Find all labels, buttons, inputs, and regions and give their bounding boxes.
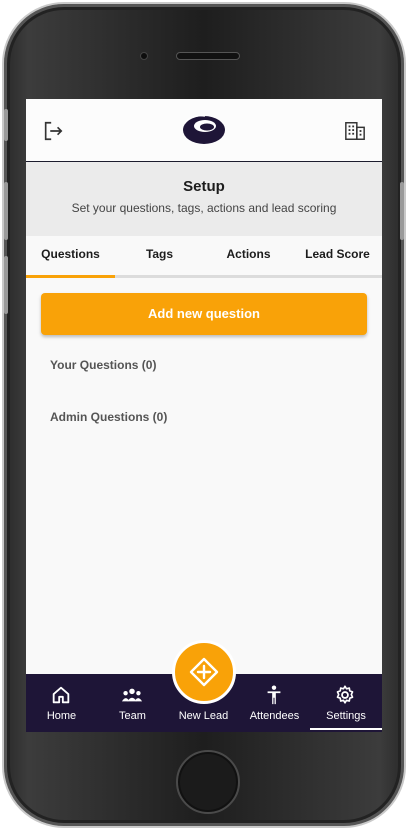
tab-questions[interactable]: Questions (26, 236, 115, 278)
nav-team[interactable]: Team (97, 674, 168, 732)
page-subtitle: Set your questions, tags, actions and le… (71, 201, 337, 215)
app-screen: Setup Set your questions, tags, actions … (26, 99, 382, 732)
mute-switch (4, 109, 8, 141)
app-header (26, 99, 382, 162)
nav-attendees-label: Attendees (249, 710, 300, 722)
nav-new-lead-label: New Lead (178, 710, 229, 722)
volume-up-button (4, 182, 8, 240)
team-icon (121, 688, 143, 702)
setup-header: Setup Set your questions, tags, actions … (26, 162, 382, 236)
home-button[interactable] (176, 750, 240, 814)
volume-down-button (4, 256, 8, 314)
your-questions-heading[interactable]: Your Questions (0) (50, 358, 156, 372)
brand-logo (183, 114, 225, 144)
add-new-question-button[interactable]: Add new question (41, 293, 367, 335)
page-title: Setup (183, 178, 225, 195)
new-lead-fab[interactable] (172, 640, 236, 704)
person-icon (267, 685, 281, 705)
nav-settings[interactable]: Settings (310, 674, 382, 732)
gear-icon (336, 685, 354, 704)
home-icon (52, 686, 70, 704)
tab-actions[interactable]: Actions (204, 236, 293, 275)
add-lead-icon (189, 657, 219, 687)
tab-tags[interactable]: Tags (115, 236, 204, 275)
front-camera (140, 52, 148, 60)
logout-icon[interactable] (42, 120, 64, 142)
nav-home[interactable]: Home (26, 674, 97, 732)
nav-attendees[interactable]: Attendees (239, 674, 310, 732)
power-button (400, 182, 404, 240)
tab-bar: Questions Tags Actions Lead Score (26, 236, 382, 278)
building-icon[interactable] (344, 120, 366, 142)
admin-questions-heading[interactable]: Admin Questions (0) (50, 410, 167, 424)
nav-team-label: Team (119, 710, 146, 722)
nav-home-label: Home (46, 710, 77, 722)
tab-lead-score[interactable]: Lead Score (293, 236, 382, 275)
nav-settings-label: Settings (326, 710, 366, 722)
earpiece-speaker (176, 52, 240, 60)
